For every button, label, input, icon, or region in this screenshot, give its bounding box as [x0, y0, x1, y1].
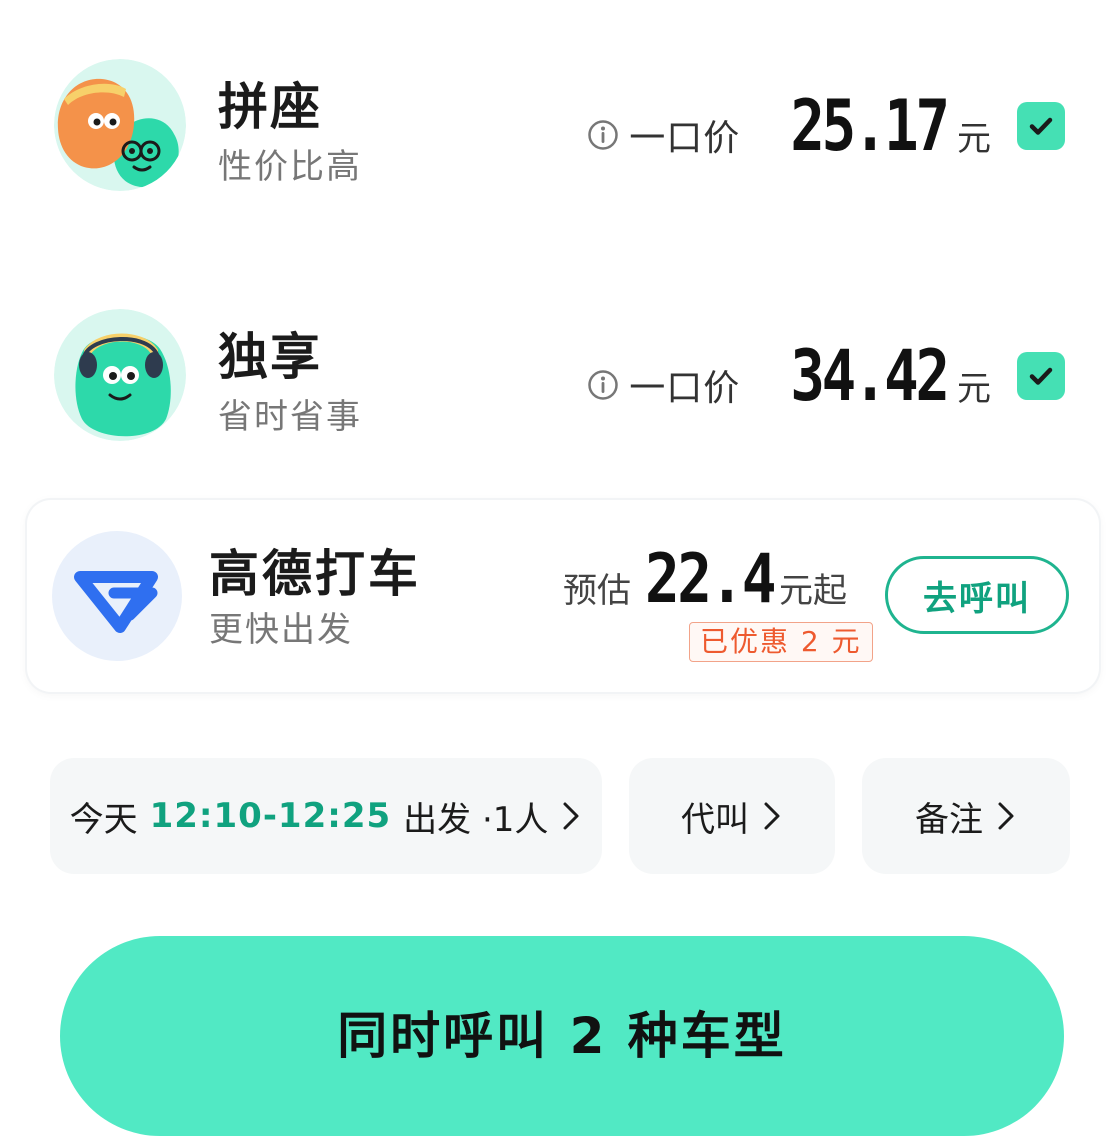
chevron-right-icon: [560, 799, 582, 833]
gaode-ride-card: 高德打车 更快出发 预估 22.4 元起 已优惠 2 元 去呼叫: [27, 500, 1099, 692]
estimate-value: 22.4: [645, 540, 777, 619]
ride-option-pinzuo[interactable]: 拼座 性价比高 一口价 25.17 元: [0, 55, 1113, 195]
proxy-label: 代叫: [681, 799, 749, 840]
note-label: 备注: [915, 799, 983, 840]
chevron-right-icon: [995, 799, 1017, 833]
select-checkbox[interactable]: [1017, 102, 1065, 150]
info-icon[interactable]: [587, 369, 619, 401]
gaode-logo-icon: [52, 531, 182, 661]
time-prefix: 今天: [69, 799, 138, 840]
price-value: 25.17: [790, 85, 951, 167]
departure-time-chip[interactable]: 今天 12:10-12:25 出发 ·1人: [50, 758, 602, 874]
call-for-others-chip[interactable]: 代叫: [629, 758, 835, 874]
price-value: 34.42: [790, 335, 951, 417]
time-suffix: 出发 ·1人: [403, 799, 549, 840]
chevron-right-icon: [761, 799, 783, 833]
ride-option-duxiang[interactable]: 独享 省时省事 一口价 34.42 元: [0, 305, 1113, 445]
pinzuo-mascot-icon: [54, 59, 186, 191]
check-icon: [1029, 117, 1053, 135]
time-range: 12:10-12:25: [149, 796, 392, 836]
price-prefix: 一口价: [629, 118, 741, 159]
select-checkbox[interactable]: [1017, 352, 1065, 400]
price-unit: 元: [957, 369, 991, 409]
gaode-estimated-price: 预估 22.4 元起: [563, 540, 847, 619]
option-title: 拼座: [218, 78, 322, 136]
estimate-suffix: 元起: [779, 571, 847, 611]
option-subtitle: 性价比高: [218, 147, 362, 187]
note-chip[interactable]: 备注: [862, 758, 1070, 874]
gaode-subtitle: 更快出发: [209, 610, 353, 650]
option-price: 一口价 34.42 元: [587, 335, 991, 417]
check-icon: [1029, 367, 1053, 385]
estimate-prefix: 预估: [563, 571, 631, 611]
go-call-button[interactable]: 去呼叫: [885, 556, 1069, 634]
discount-badge: 已优惠 2 元: [689, 622, 873, 662]
option-price: 一口价 25.17 元: [587, 85, 991, 167]
option-subtitle: 省时省事: [218, 397, 362, 437]
price-unit: 元: [957, 119, 991, 159]
info-icon[interactable]: [587, 119, 619, 151]
call-both-button[interactable]: 同时呼叫 2 种车型: [60, 936, 1064, 1136]
price-prefix: 一口价: [629, 368, 741, 409]
duxiang-mascot-icon: [54, 309, 186, 441]
gaode-title: 高德打车: [209, 545, 421, 603]
option-title: 独享: [218, 328, 322, 386]
